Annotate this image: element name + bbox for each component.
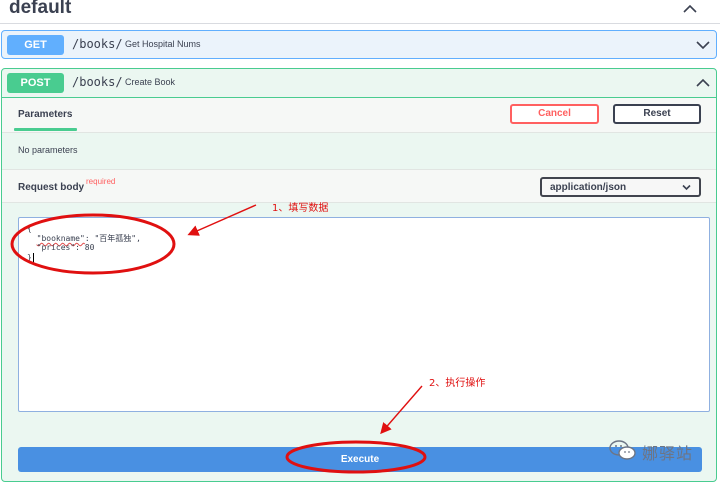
required-badge: required bbox=[86, 177, 116, 186]
chevron-down-icon[interactable] bbox=[696, 39, 710, 51]
content-type-value: application/json bbox=[550, 182, 627, 193]
watermark: 娜驿站 bbox=[606, 438, 710, 464]
section-title: default bbox=[9, 0, 72, 18]
cancel-button[interactable]: Cancel bbox=[510, 104, 599, 124]
code-line: { bbox=[27, 224, 32, 233]
chevron-down-icon bbox=[682, 184, 691, 191]
annotation-step-1: 1、填写数据 bbox=[272, 203, 329, 214]
tab-active-indicator bbox=[14, 128, 77, 131]
watermark-text: 娜驿站 bbox=[642, 444, 694, 463]
annotation-step-2: 2、执行操作 bbox=[429, 378, 486, 389]
method-badge-post: POST bbox=[7, 73, 64, 93]
section-header[interactable]: default bbox=[0, 0, 720, 24]
request-body-bar: Request body required application/json bbox=[2, 169, 716, 203]
json-value-bookname: : "百年孤独", bbox=[84, 234, 141, 243]
tab-parameters[interactable]: Parameters bbox=[18, 109, 72, 120]
method-badge-get: GET bbox=[7, 35, 64, 55]
no-parameters-text: No parameters bbox=[18, 145, 78, 155]
chevron-up-icon[interactable] bbox=[696, 77, 710, 89]
reset-button[interactable]: Reset bbox=[613, 104, 701, 124]
request-body-editor[interactable]: { "bookname": "百年孤独", "prices": 80 } bbox=[18, 217, 710, 412]
operation-get-books[interactable]: GET /books/ Get Hospital Nums bbox=[1, 30, 717, 59]
operation-post-books: POST /books/ Create Book Parameters Canc… bbox=[1, 68, 717, 482]
content-type-select[interactable]: application/json bbox=[540, 177, 701, 197]
operation-summary: Get Hospital Nums bbox=[125, 39, 201, 49]
wechat-icon bbox=[609, 440, 636, 460]
chevron-up-icon[interactable] bbox=[682, 2, 698, 16]
operation-path: /books/ bbox=[72, 37, 123, 51]
execute-button[interactable]: Execute bbox=[18, 447, 702, 472]
operation-path: /books/ bbox=[72, 75, 123, 89]
json-key-bookname: "bookname" bbox=[36, 234, 85, 243]
operation-summary: Create Book bbox=[125, 77, 176, 87]
request-body-label: Request body bbox=[18, 182, 85, 193]
operation-header[interactable]: POST /books/ Create Book bbox=[2, 69, 716, 98]
code-line: "prices": 80 bbox=[27, 243, 95, 252]
code-line: } bbox=[27, 253, 32, 262]
text-cursor bbox=[33, 253, 34, 263]
parameters-bar: Parameters Cancel Reset bbox=[2, 98, 716, 133]
